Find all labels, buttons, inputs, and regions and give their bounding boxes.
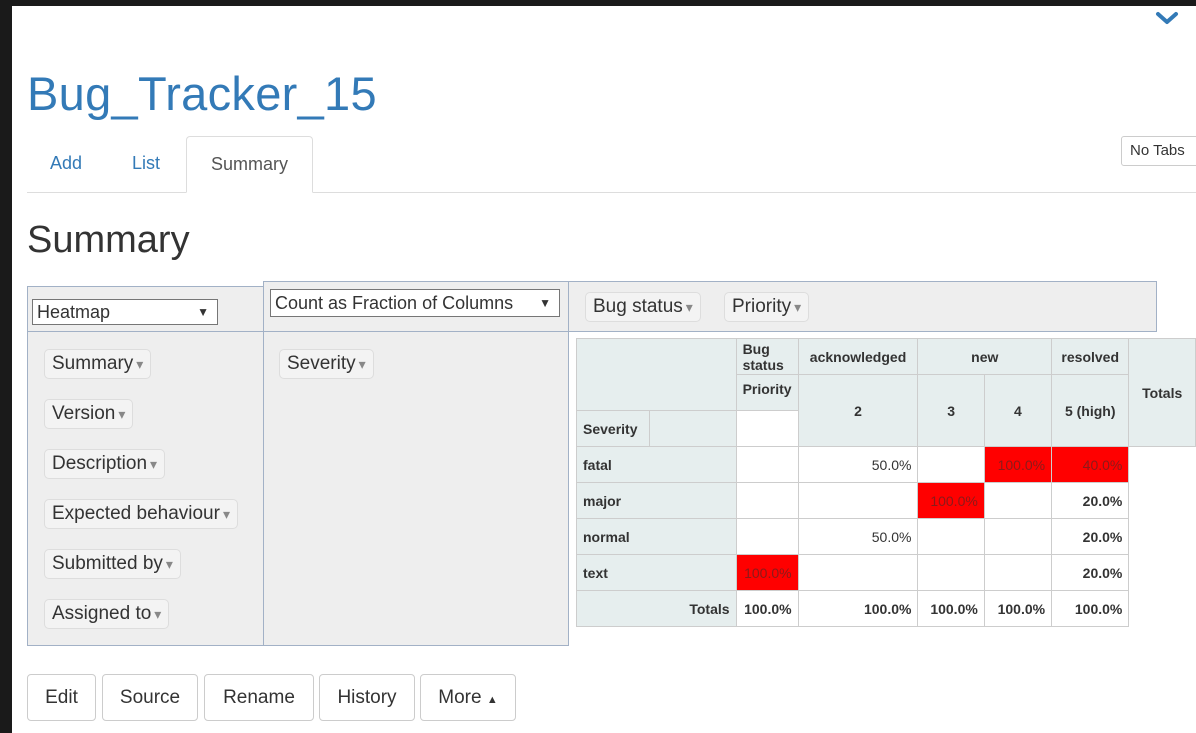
col-header-priority: 2 bbox=[797, 374, 919, 447]
renderer-select-value: Heatmap bbox=[37, 302, 111, 322]
history-button[interactable]: History bbox=[319, 674, 415, 721]
dropdown-triangle-icon[interactable]: ▾ bbox=[223, 506, 230, 522]
pivot-cell bbox=[735, 482, 799, 519]
row-total-cell: 40.0% bbox=[1051, 446, 1130, 483]
pivot-cell bbox=[735, 518, 799, 555]
aggregator-select-value: Count as Fraction of Columns bbox=[275, 293, 514, 313]
tab-add[interactable]: Add bbox=[34, 136, 98, 193]
dropdown-triangle-icon[interactable]: ▾ bbox=[150, 456, 157, 472]
dropdown-triangle-icon[interactable]: ▾ bbox=[154, 606, 161, 622]
col-header-priority: 5 (high) bbox=[1051, 374, 1130, 447]
pivot-cell: 50.0% bbox=[797, 446, 919, 483]
pill-summary[interactable]: Summary ▾ bbox=[44, 349, 152, 379]
table-row: major 100.0% 20.0% bbox=[576, 482, 1196, 519]
row-attr-label: Severity bbox=[575, 410, 651, 447]
pivot-cell bbox=[735, 446, 799, 483]
row-header: normal bbox=[576, 518, 737, 555]
renderer-area: Heatmap ▼ bbox=[27, 286, 264, 332]
row-attr-spacer bbox=[649, 410, 737, 447]
col-header-status: new bbox=[917, 338, 1053, 375]
pivot-corner bbox=[576, 338, 737, 411]
pill-description[interactable]: Description ▾ bbox=[44, 449, 166, 479]
col-header-status: acknowledged bbox=[797, 338, 919, 375]
tab-summary[interactable]: Summary bbox=[186, 136, 313, 193]
pill-priority[interactable]: Priority ▾ bbox=[724, 292, 810, 322]
more-button[interactable]: More ▲ bbox=[420, 674, 516, 721]
pivot-cell bbox=[983, 554, 1053, 591]
col-header-status: resolved bbox=[1051, 338, 1130, 375]
page-title: Bug_Tracker_15 bbox=[27, 67, 377, 120]
dropdown-triangle-icon[interactable]: ▾ bbox=[359, 356, 366, 372]
pill-submitted-by[interactable]: Submitted by ▾ bbox=[44, 549, 181, 579]
edit-button[interactable]: Edit bbox=[27, 674, 96, 721]
row-header: fatal bbox=[576, 446, 737, 483]
pivot-cell: 100.0% bbox=[983, 446, 1053, 483]
row-header: major bbox=[576, 482, 737, 519]
dropdown-triangle-icon[interactable]: ▾ bbox=[166, 556, 173, 572]
dropdown-triangle-icon[interactable]: ▾ bbox=[136, 356, 143, 372]
select-arrow-icon: ▼ bbox=[197, 305, 209, 319]
col-total-cell: 100.0% bbox=[797, 590, 919, 627]
col-header-totals: Totals bbox=[1128, 338, 1196, 447]
chevron-down-icon[interactable] bbox=[1154, 8, 1180, 28]
totals-row-header: Totals bbox=[576, 590, 737, 627]
table-row: normal 50.0% 20.0% bbox=[576, 518, 1196, 555]
pivot-cell bbox=[983, 482, 1053, 519]
more-button-label: More bbox=[438, 687, 482, 708]
col-header-priority: 4 bbox=[983, 374, 1053, 447]
pill-version[interactable]: Version ▾ bbox=[44, 399, 134, 429]
dropdown-triangle-icon[interactable]: ▾ bbox=[794, 299, 801, 315]
rename-button[interactable]: Rename bbox=[204, 674, 314, 721]
aggregator-area: Count as Fraction of Columns ▼ bbox=[263, 281, 569, 332]
pivot-cell bbox=[797, 554, 919, 591]
pivot-cell: 100.0% bbox=[735, 554, 799, 591]
window-left-edge bbox=[0, 0, 12, 733]
pill-assigned-to[interactable]: Assigned to ▾ bbox=[44, 599, 170, 629]
renderer-select[interactable]: Heatmap ▼ bbox=[32, 299, 218, 325]
table-row: text 100.0% 20.0% bbox=[576, 554, 1196, 591]
page: Bug_Tracker_15 Add List Summary No Tabs … bbox=[12, 6, 1196, 733]
unused-attributes-area: Summary ▾ Version ▾ Description ▾ Expected … bbox=[27, 331, 264, 646]
dropdown-triangle-icon[interactable]: ▾ bbox=[118, 406, 125, 422]
row-header: text bbox=[576, 554, 737, 591]
col-attr-label: Bug status bbox=[735, 338, 799, 375]
no-tabs-button[interactable]: No Tabs bbox=[1121, 136, 1196, 166]
dropdown-triangle-icon[interactable]: ▾ bbox=[686, 299, 693, 315]
grand-total-cell: 100.0% bbox=[1051, 590, 1130, 627]
source-button[interactable]: Source bbox=[102, 674, 198, 721]
row-total-cell: 20.0% bbox=[1051, 518, 1130, 555]
col-total-cell: 100.0% bbox=[917, 590, 985, 627]
tab-list[interactable]: List bbox=[112, 136, 180, 193]
caret-up-icon: ▲ bbox=[486, 694, 498, 706]
row-total-cell: 20.0% bbox=[1051, 554, 1130, 591]
pivot-cell bbox=[983, 518, 1053, 555]
row-total-cell: 20.0% bbox=[1051, 482, 1130, 519]
pivot-cell: 50.0% bbox=[797, 518, 919, 555]
aggregator-select[interactable]: Count as Fraction of Columns ▼ bbox=[270, 289, 560, 317]
pill-severity[interactable]: Severity ▾ bbox=[279, 349, 374, 379]
pill-bug-status[interactable]: Bug status ▾ bbox=[585, 292, 701, 322]
pivot-cell bbox=[797, 482, 919, 519]
col-attr-label: Priority bbox=[735, 374, 799, 411]
section-heading: Summary bbox=[27, 219, 190, 261]
col-total-cell: 100.0% bbox=[735, 590, 799, 627]
pivot-cell bbox=[917, 446, 985, 483]
select-arrow-icon: ▼ bbox=[539, 296, 551, 310]
table-row: fatal 50.0% 100.0% 40.0% bbox=[576, 446, 1196, 483]
pivot-cell: 100.0% bbox=[917, 482, 985, 519]
pill-expected-behaviour[interactable]: Expected behaviour ▾ bbox=[44, 499, 238, 529]
row-attributes-area: Severity ▾ bbox=[263, 331, 569, 646]
totals-row: Totals 100.0% 100.0% 100.0% 100.0% 100.0… bbox=[576, 590, 1196, 627]
pivot-table: Bug status acknowledged new resolved Tot… bbox=[575, 338, 1196, 627]
col-total-cell: 100.0% bbox=[983, 590, 1053, 627]
pivot-cell bbox=[917, 554, 985, 591]
pivot-cell bbox=[917, 518, 985, 555]
column-attributes-area: Bug status ▾ Priority ▾ bbox=[568, 281, 1157, 332]
col-header-priority: 3 bbox=[917, 374, 985, 447]
